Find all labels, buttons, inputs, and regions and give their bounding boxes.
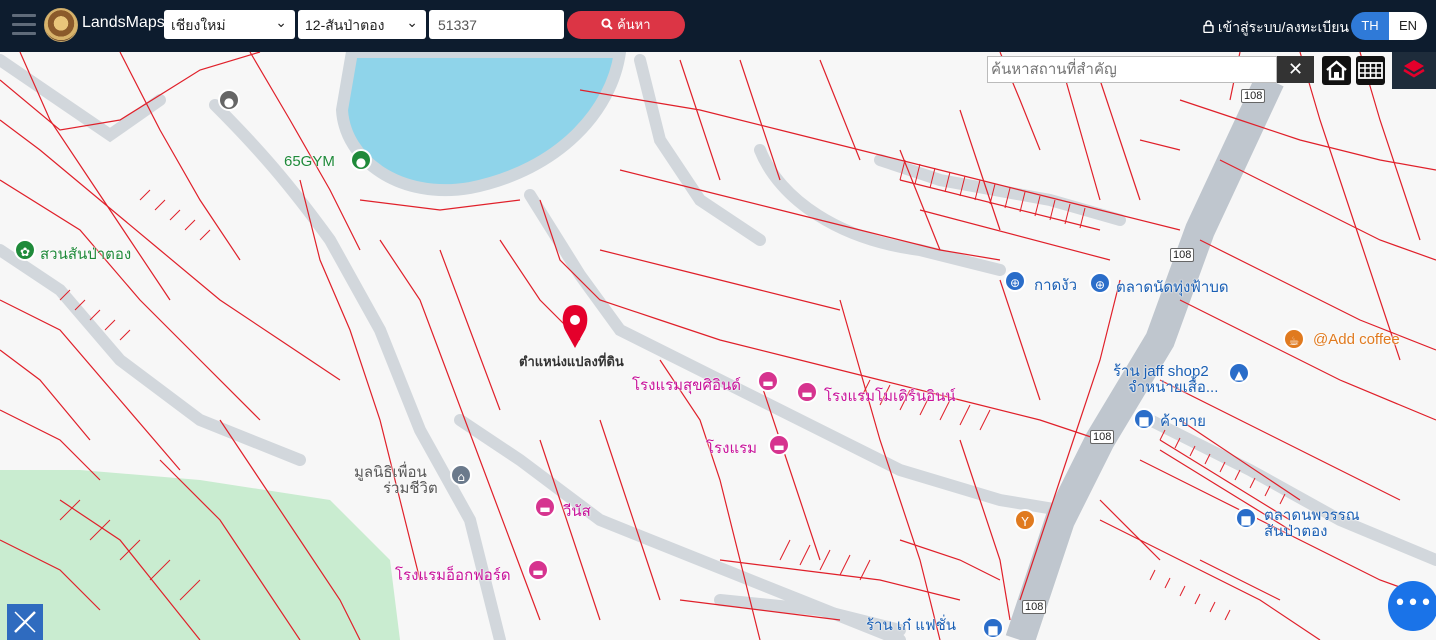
layers-icon	[1403, 60, 1425, 78]
layers-button[interactable]	[1392, 52, 1436, 89]
parcel-marker-label: ตำแหน่งแปลงที่ดิน	[519, 354, 624, 369]
road-shield: 108	[1170, 248, 1195, 262]
search-icon	[601, 18, 614, 30]
coffee-icon[interactable]: ☕	[1283, 328, 1305, 350]
poi-label[interactable]: ร่วมชีวิต	[383, 476, 438, 500]
parcel-number-input[interactable]	[429, 10, 564, 39]
park-icon[interactable]: ✿	[14, 239, 36, 261]
road-shield: 108	[1090, 430, 1115, 444]
hotel-icon[interactable]: ▬	[768, 434, 790, 456]
grid-icon	[1358, 62, 1383, 79]
poi-label[interactable]: จำหน่ายเสื้อ...	[1128, 375, 1218, 399]
chevron-down-icon: ⌄	[275, 14, 287, 30]
ruler-icon	[14, 611, 36, 633]
home-icon	[1326, 60, 1347, 81]
hotel-icon[interactable]: ▬	[527, 559, 549, 581]
chevron-down-icon: ⌄	[406, 14, 418, 30]
poi-label[interactable]: โรงแรม	[706, 436, 757, 460]
more-options-button[interactable]: •••	[1388, 581, 1436, 631]
poi-label[interactable]: โรงแรมสุขศิอินด์	[632, 373, 741, 397]
poi-label[interactable]: โรงแรมอ็อกฟอร์ด	[395, 563, 511, 587]
poi-label[interactable]: @Add coffee	[1313, 331, 1400, 348]
search-button[interactable]: ค้นหา	[567, 11, 685, 39]
map-canvas[interactable]: ● ● ✿ ⊕ ⊕ ☕ ▲ ■ ▬ ▬ ▬ ⌂ ▬ ▬ Y ■ ■ 65GYM …	[0, 52, 1436, 640]
poi-label[interactable]: 65GYM	[284, 153, 335, 170]
search-button-label: ค้นหา	[617, 17, 651, 32]
grid-button[interactable]	[1356, 56, 1385, 85]
foundation-icon[interactable]: ⌂	[450, 464, 472, 486]
more-dots-icon: •••	[1393, 591, 1433, 616]
gym-pin-icon[interactable]: ●	[350, 149, 372, 171]
shop-icon[interactable]: ■	[982, 617, 1004, 639]
province-select[interactable]: เชียงใหม่ ⌄	[164, 10, 295, 39]
place-search-input[interactable]	[987, 56, 1277, 83]
district-select[interactable]: 12-สันป่าตอง ⌄	[298, 10, 426, 39]
road-shield: 108	[1241, 89, 1266, 103]
shop-icon[interactable]: ▲	[1228, 362, 1250, 384]
province-value: เชียงใหม่	[171, 17, 226, 33]
landsmaps-logo	[44, 8, 78, 42]
hotel-icon[interactable]: ▬	[757, 370, 779, 392]
poi-label[interactable]: สันป่าตอง	[1264, 519, 1327, 543]
poi-label[interactable]: ตลาดนัดทุ่งฟ้าบด	[1116, 275, 1229, 299]
map-base-layer	[0, 52, 1436, 640]
measure-tool-button[interactable]	[7, 604, 43, 640]
language-th-button[interactable]: TH	[1351, 12, 1389, 40]
login-label: เข้าสู่ระบบ/ลงทะเบียน	[1217, 19, 1349, 35]
hotel-icon[interactable]: ▬	[796, 381, 818, 403]
clear-search-button[interactable]: ✕	[1277, 56, 1314, 83]
poi-label[interactable]: ร้าน เก๋ แฟชั่น	[866, 613, 956, 637]
home-button[interactable]	[1322, 56, 1351, 85]
road-shield: 108	[1022, 600, 1047, 614]
shop-icon[interactable]: ■	[1133, 408, 1155, 430]
poi-label[interactable]: โรงแรมโมเดิร์นอินน์	[824, 384, 956, 408]
shopping-cart-icon[interactable]: ⊕	[1089, 272, 1111, 294]
poi-label[interactable]: ค้าขาย	[1160, 409, 1206, 433]
top-navigation-bar: LandsMaps เชียงใหม่ ⌄ 12-สันป่าตอง ⌄ ค้น…	[0, 0, 1436, 52]
poi-label[interactable]: กาดงัว	[1034, 273, 1077, 297]
poi-label[interactable]: วีนัส	[563, 499, 591, 523]
shop-icon[interactable]: ■	[1235, 507, 1257, 529]
shopping-cart-icon[interactable]: ⊕	[1004, 270, 1026, 292]
district-value: 12-สันป่าตอง	[305, 17, 385, 33]
language-en-button[interactable]: EN	[1389, 12, 1427, 40]
location-pin-icon[interactable]: ●	[218, 89, 240, 111]
hotel-icon[interactable]: ▬	[534, 496, 556, 518]
login-link[interactable]: เข้าสู่ระบบ/ลงทะเบียน	[1203, 17, 1349, 39]
poi-label[interactable]: สวนสันป่าตอง	[40, 242, 131, 266]
brand-name: LandsMaps	[82, 14, 165, 31]
menu-icon[interactable]	[12, 14, 36, 36]
bar-icon[interactable]: Y	[1014, 509, 1036, 531]
lock-icon	[1203, 20, 1214, 34]
